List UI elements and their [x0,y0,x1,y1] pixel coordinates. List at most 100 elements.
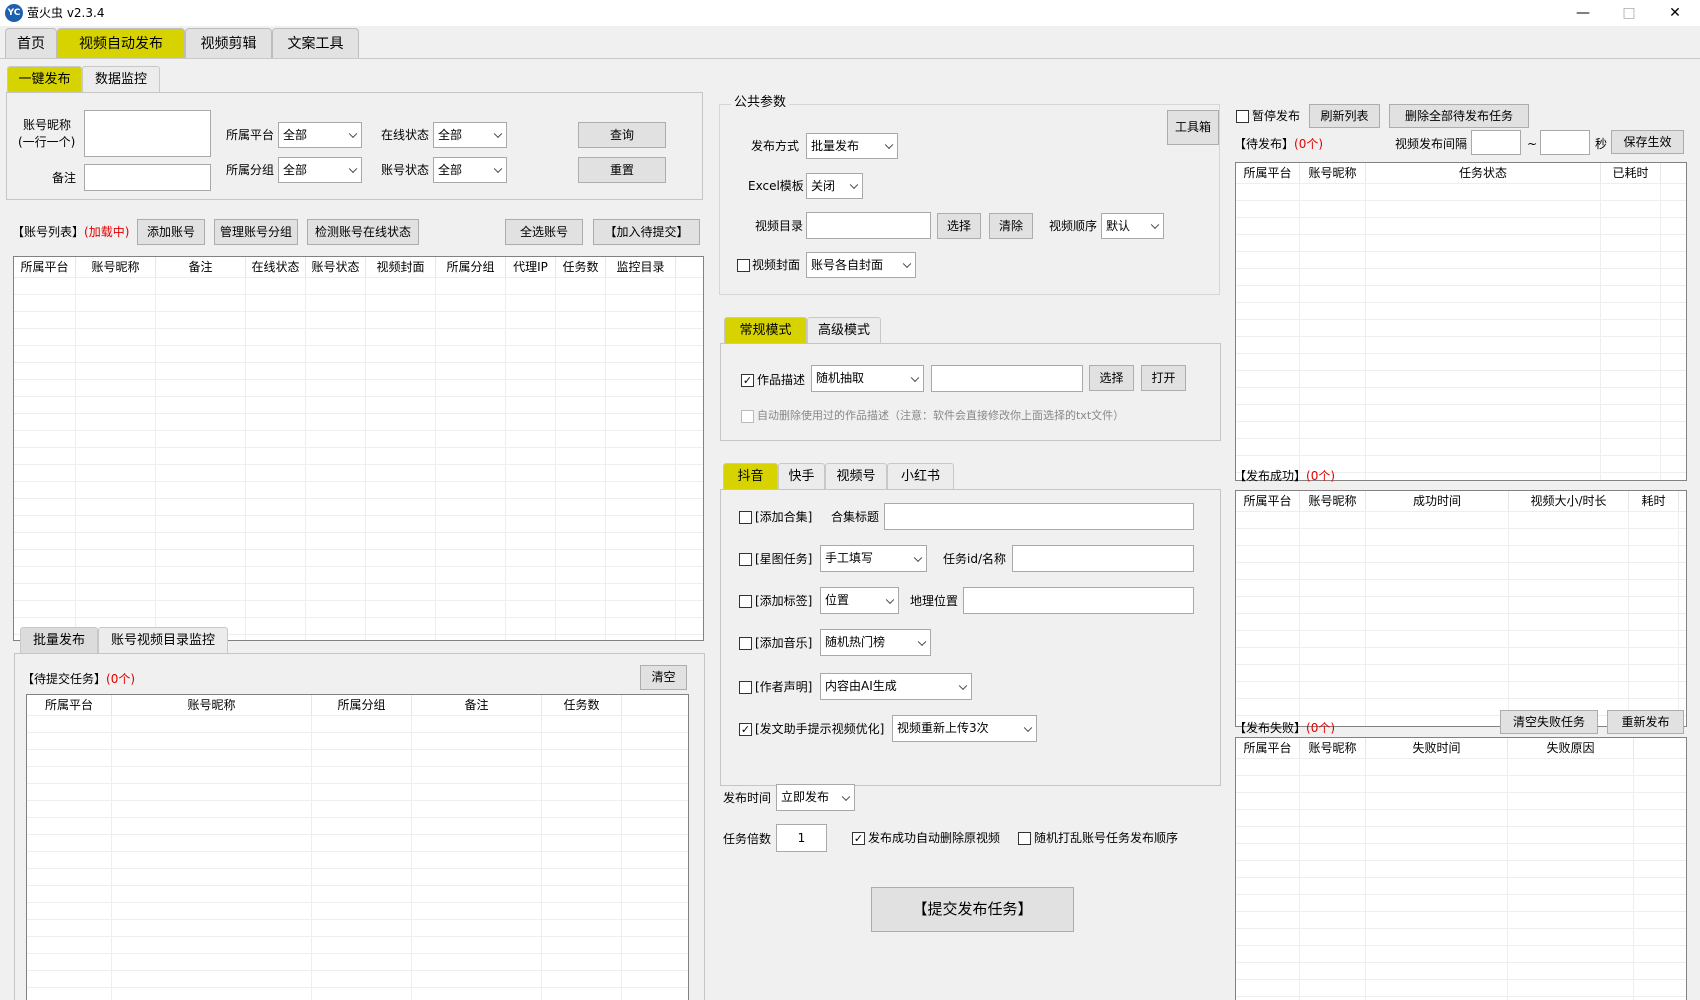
publish-time-select[interactable]: 立即发布 [776,784,855,811]
add-account-button[interactable]: 添加账号 [137,219,205,245]
submit-publish-button[interactable]: 【提交发布任务】 [871,887,1074,932]
column-header[interactable]: 所属平台 [27,695,112,715]
pending-publish-table[interactable]: 所属平台 账号昵称 任务状态 已耗时 [1235,162,1687,481]
column-header[interactable]: 任务数 [542,695,622,715]
tab-video-auto-publish[interactable]: 视频自动发布 [57,28,185,58]
column-header[interactable]: 账号昵称 [112,695,312,715]
column-header[interactable]: 账号昵称 [1300,491,1366,511]
shuffle-order-checkbox[interactable] [1018,832,1031,845]
tab-normal-mode[interactable]: 常规模式 [724,317,807,343]
tab-batch-publish[interactable]: 批量发布 [20,627,98,653]
open-desc-button[interactable]: 打开 [1141,365,1186,391]
tab-douyin[interactable]: 抖音 [723,463,778,489]
nick-textarea[interactable] [84,110,211,157]
column-header[interactable]: 所属平台 [1236,738,1300,758]
pause-publish-checkbox[interactable] [1236,110,1249,123]
column-header[interactable]: 备注 [156,257,246,277]
video-cover-checkbox[interactable] [737,259,750,272]
group-select[interactable]: 全部 [278,157,362,183]
maximize-button[interactable]: □ [1606,0,1652,26]
refresh-list-button[interactable]: 刷新列表 [1309,104,1380,128]
select-all-accounts-button[interactable]: 全选账号 [505,219,583,245]
assist-select[interactable]: 视频重新上传3次 [892,715,1037,742]
clear-failed-button[interactable]: 清空失败任务 [1500,710,1598,734]
column-header[interactable]: 所属分组 [312,695,412,715]
excel-template-select[interactable]: 关闭 [806,173,863,199]
status-select[interactable]: 全部 [433,157,507,183]
republish-button[interactable]: 重新发布 [1607,710,1684,734]
tab-dir-monitor[interactable]: 账号视频目录监控 [98,627,228,653]
music-select[interactable]: 随机热门榜 [820,629,931,656]
column-header[interactable]: 任务状态 [1366,163,1601,183]
column-header[interactable]: 所属分组 [436,257,506,277]
manage-groups-button[interactable]: 管理账号分组 [214,219,298,245]
reset-button[interactable]: 重置 [578,157,666,183]
author-statement-select[interactable]: 内容由AI生成 [820,673,972,700]
music-checkbox[interactable] [739,637,752,650]
column-header[interactable]: 账号昵称 [1300,163,1366,183]
assist-checkbox[interactable]: ✓ [739,723,752,736]
minimize-button[interactable]: — [1560,0,1606,26]
column-header[interactable]: 备注 [412,695,542,715]
column-header[interactable]: 视频大小/时长 [1509,491,1629,511]
tab-one-click-publish[interactable]: 一键发布 [7,66,82,92]
column-header[interactable]: 账号昵称 [76,257,156,277]
video-cover-select[interactable]: 账号各自封面 [806,252,916,278]
geo-input[interactable] [963,587,1194,614]
close-button[interactable]: ✕ [1652,0,1698,26]
tab-kuaishou[interactable]: 快手 [778,463,825,489]
column-header[interactable]: 成功时间 [1366,491,1509,511]
platform-select[interactable]: 全部 [278,122,362,148]
author-statement-checkbox[interactable] [739,681,752,694]
video-order-select[interactable]: 默认 [1101,213,1164,239]
column-header[interactable]: 账号昵称 [1300,738,1366,758]
tab-video-edit[interactable]: 视频剪辑 [185,28,272,58]
save-interval-button[interactable]: 保存生效 [1611,130,1684,154]
fail-table[interactable]: 所属平台 账号昵称 失败时间 失败原因 [1235,737,1687,1000]
column-header[interactable]: 失败时间 [1366,738,1508,758]
column-header[interactable]: 失败原因 [1508,738,1634,758]
column-header[interactable]: 在线状态 [246,257,306,277]
column-header[interactable]: 所属平台 [14,257,76,277]
account-table[interactable]: 所属平台 账号昵称 备注 在线状态 账号状态 视频封面 所属分组 代理IP 任务数 监控目录 [13,256,704,641]
delete-all-pending-button[interactable]: 删除全部待发布任务 [1389,104,1529,128]
column-header[interactable]: 耗时 [1629,491,1679,511]
choose-desc-button[interactable]: 选择 [1089,365,1134,391]
auto-delete-desc-checkbox[interactable] [741,410,754,423]
column-header[interactable]: 任务数 [556,257,606,277]
success-table[interactable]: 所属平台 账号昵称 成功时间 视频大小/时长 耗时 [1235,490,1687,727]
task-id-input[interactable] [1012,545,1194,572]
online-select[interactable]: 全部 [433,122,507,148]
column-header[interactable]: 代理IP [506,257,556,277]
tab-home[interactable]: 首页 [5,28,57,58]
tab-data-monitor[interactable]: 数据监控 [82,66,160,92]
star-task-select[interactable]: 手工填写 [820,545,927,572]
desc-file-input[interactable] [931,365,1083,392]
column-header[interactable]: 视频封面 [366,257,436,277]
tab-copy-tools[interactable]: 文案工具 [272,28,359,58]
auto-delete-video-checkbox[interactable]: ✓ [852,832,865,845]
interval-max-input[interactable] [1540,130,1590,155]
publish-mode-select[interactable]: 批量发布 [806,133,898,159]
tab-advanced-mode[interactable]: 高级模式 [807,317,881,343]
pending-submit-table[interactable]: 所属平台 账号昵称 所属分组 备注 任务数 [26,694,689,1000]
column-header[interactable]: 所属平台 [1236,163,1300,183]
task-multiplier-input[interactable]: 1 [776,824,827,852]
add-to-pending-button[interactable]: 【加入待提交】 [593,219,700,245]
column-header[interactable]: 账号状态 [306,257,366,277]
column-header[interactable]: 已耗时 [1601,163,1661,183]
clear-pending-button[interactable]: 清空 [640,665,687,690]
collection-checkbox[interactable] [739,511,752,524]
star-task-checkbox[interactable] [739,553,752,566]
video-dir-input[interactable] [806,212,931,239]
choose-dir-button[interactable]: 选择 [937,213,981,239]
tab-shipinhao[interactable]: 视频号 [825,463,887,489]
check-online-button[interactable]: 检测账号在线状态 [307,219,419,245]
column-header[interactable]: 所属平台 [1236,491,1300,511]
toolbox-button[interactable]: 工具箱 [1167,110,1219,145]
collection-title-input[interactable] [884,503,1194,530]
note-input[interactable] [84,164,211,191]
desc-checkbox[interactable]: ✓ [741,374,754,387]
tab-xiaohongshu[interactable]: 小红书 [887,463,954,489]
desc-select[interactable]: 随机抽取 [811,365,924,392]
